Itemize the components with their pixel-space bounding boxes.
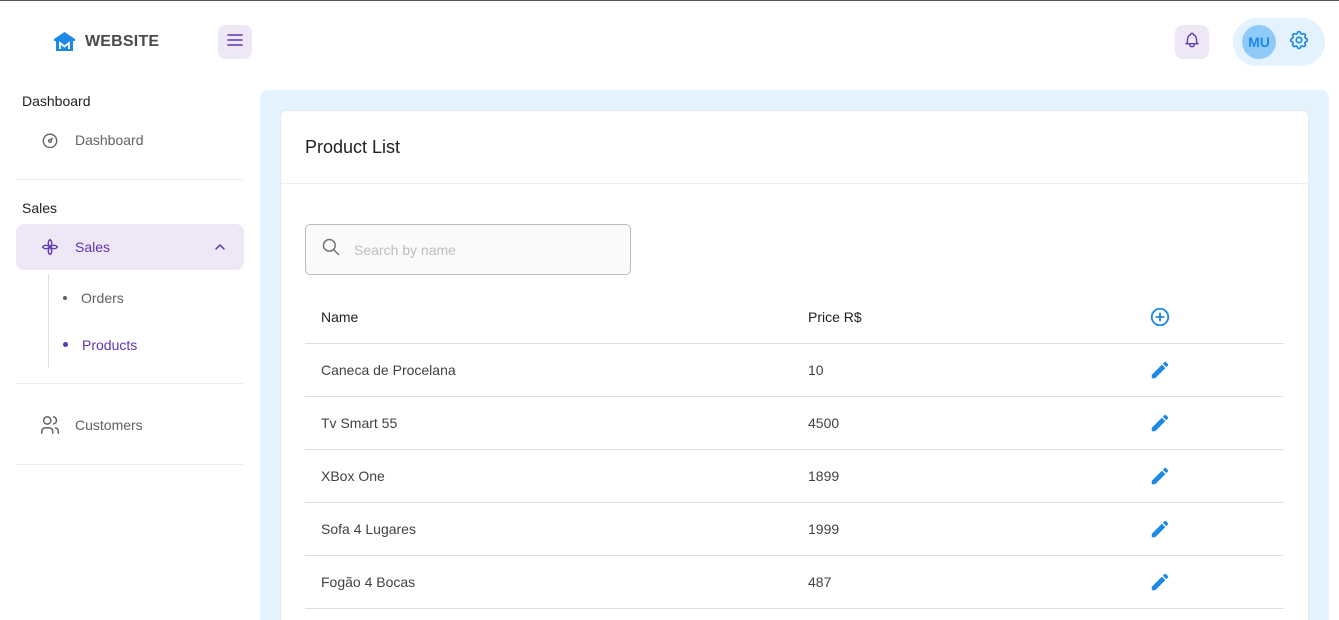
gear-icon[interactable]	[1288, 29, 1310, 56]
windmill-icon	[38, 235, 62, 259]
sidebar-item-customers[interactable]: Customers	[16, 402, 244, 448]
menu-toggle-button[interactable]	[218, 25, 252, 59]
house-logo-icon	[53, 31, 76, 52]
users-icon	[38, 413, 62, 437]
profile-menu[interactable]: MU	[1233, 18, 1325, 66]
card-header: Product List	[281, 111, 1308, 184]
logo[interactable]: WEBSITE	[53, 31, 159, 52]
bullet-dot-icon	[63, 342, 68, 347]
bell-icon	[1183, 31, 1201, 54]
product-name: Fogão 4 Bocas	[321, 574, 416, 590]
avatar[interactable]: MU	[1242, 25, 1276, 59]
sidebar-divider	[16, 464, 244, 465]
logo-text: WEBSITE	[85, 32, 160, 50]
product-name: XBox One	[321, 468, 385, 484]
table-row: XBox One 1899	[305, 450, 1284, 503]
column-header-name: Name	[321, 309, 359, 325]
product-price: 4500	[808, 415, 840, 431]
product-name: Caneca de Procelana	[321, 362, 456, 378]
table-row: Tv Smart 55 4500	[305, 397, 1284, 450]
product-price: 1999	[808, 521, 840, 537]
sidebar-item-sales[interactable]: Sales	[16, 224, 244, 270]
add-circle-icon[interactable]	[1148, 305, 1172, 329]
page-title: Product List	[305, 136, 401, 157]
top-header: WEBSITE MU	[0, 1, 1339, 85]
sidebar-item-label: Dashboard	[75, 132, 144, 148]
column-header-price: Price R$	[808, 309, 862, 325]
table-header-row: Name Price R$	[305, 291, 1284, 344]
chevron-up-icon[interactable]	[214, 243, 226, 251]
product-price: 1899	[808, 468, 840, 484]
sidebar-item-dashboard[interactable]: Dashboard	[16, 117, 244, 163]
sidebar-item-label: Products	[82, 336, 138, 353]
sidebar: Dashboard Dashboard Sales Sales Orders P…	[16, 85, 244, 465]
product-list-card: Product List Name Price R$	[280, 110, 1309, 620]
pencil-icon[interactable]	[1148, 411, 1172, 435]
table-row: Fogão 4 Bocas 487	[305, 556, 1284, 609]
bullet-dot-icon	[63, 295, 67, 300]
pencil-icon[interactable]	[1148, 358, 1172, 382]
search-icon	[321, 237, 341, 262]
pencil-icon[interactable]	[1148, 464, 1172, 488]
product-price: 10	[808, 362, 824, 378]
sidebar-item-label: Sales	[75, 239, 111, 255]
sales-submenu: Orders Products	[48, 274, 244, 368]
product-price: 487	[808, 574, 832, 590]
sidebar-item-orders[interactable]: Orders	[49, 274, 244, 321]
hamburger-menu-icon	[227, 33, 243, 52]
product-table: Name Price R$ Caneca de Procelana 10 Tv …	[305, 291, 1284, 609]
search-input[interactable]	[354, 241, 614, 258]
pencil-icon[interactable]	[1148, 517, 1172, 541]
notifications-button[interactable]	[1175, 25, 1209, 59]
product-name: Tv Smart 55	[321, 415, 398, 431]
sidebar-item-label: Customers	[75, 417, 143, 433]
search-field[interactable]	[305, 224, 631, 275]
pencil-icon[interactable]	[1148, 570, 1172, 594]
page: WEBSITE MU Dashboard Dashboard Sales Sal…	[0, 0, 1339, 620]
dashboard-gauge-icon	[38, 128, 62, 152]
sidebar-item-products[interactable]: Products	[49, 321, 244, 368]
sidebar-caption-sales: Sales	[22, 200, 58, 216]
table-row: Caneca de Procelana 10	[305, 344, 1284, 397]
main-content: Product List Name Price R$	[260, 90, 1329, 620]
sidebar-item-label: Orders	[81, 289, 124, 306]
table-row: Sofa 4 Lugares 1999	[305, 503, 1284, 556]
product-name: Sofa 4 Lugares	[321, 521, 416, 537]
sidebar-caption-dashboard: Dashboard	[22, 93, 91, 109]
